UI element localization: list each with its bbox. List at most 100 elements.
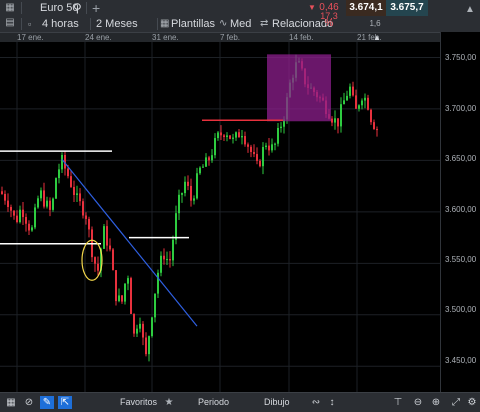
curve-tool-icon[interactable]: ∾ [309,396,323,409]
search-icon[interactable]: ⚲ [73,0,82,16]
candle-body [70,176,72,187]
plus-icon[interactable]: + [92,0,100,16]
cursor-icon[interactable]: ⇱ [58,396,72,409]
candle-body [199,167,201,174]
related-icon[interactable]: ⇄ [260,16,268,32]
chart-annotations [0,54,331,327]
candle-body [28,223,30,231]
date-label: 24 ene. [85,33,112,42]
candle-body [229,135,231,139]
candle-body [196,173,198,199]
candle-body [22,209,24,218]
zoom-out-icon[interactable]: ⊖ [411,396,425,409]
favorites-tab[interactable]: Favoritos [120,393,157,411]
toolbar-divider [21,2,22,14]
candle-body [187,181,189,186]
candle-body [34,207,36,228]
period-tab[interactable]: Periodo [198,393,229,411]
candle-body [253,152,255,155]
sell-price-button[interactable]: 3.674,1 [346,0,386,16]
candle-body [76,193,78,195]
candle-body [136,328,138,334]
templates-button[interactable]: Plantillas [171,16,215,32]
candle-body [226,135,228,138]
candle-body [340,104,342,127]
candle-body [97,263,99,271]
candle-body [52,198,54,210]
timeframe-selector[interactable]: 4 horas [42,16,79,32]
fit-icon[interactable]: ⤢ [449,396,463,409]
cursor-marker-icon[interactable]: ▲ [373,33,381,42]
candle-body [265,145,267,147]
candle-body [343,100,345,105]
zoom-in-icon[interactable]: ⊕ [429,396,443,409]
candle-body [115,270,117,302]
candle-body [82,201,84,216]
candle-body [373,122,375,130]
candle-body [37,198,39,208]
candle-body [241,136,243,138]
candle-body [367,97,369,110]
candle-body [346,95,348,101]
candle-body [175,213,177,240]
change-absolute: 17,3 [320,11,338,21]
text-tool-icon[interactable]: ⊤ [391,396,405,409]
expand-icon[interactable]: ▲ [463,2,477,18]
candle-body [280,126,282,128]
date-label: 7 feb. [220,33,241,42]
range-selector[interactable]: 2 Meses [96,16,138,32]
candle-body [46,200,48,207]
candle-body [112,249,114,271]
candle-body [4,193,6,201]
toolbar-divider [90,18,91,30]
templates-icon[interactable]: ▦ [160,16,169,32]
price-chart[interactable] [0,42,440,392]
settings-icon[interactable]: ⚙ [465,396,479,409]
date-axis: 17 ene. 24 ene. 31 ene. 7 feb. 14 feb. 2… [0,32,440,42]
price-tick-label: 3.500,00 [445,305,477,314]
candle-body [1,191,3,194]
candle-body [154,293,156,318]
measure-tool-icon[interactable]: ↕ [325,396,339,409]
grid-menu-icon[interactable]: ▦ [2,1,18,15]
candle-body [361,100,363,106]
candle-body [79,193,81,202]
date-label: 14 feb. [289,33,314,42]
grid-icon[interactable]: ▦ [4,396,18,409]
candle-body [55,178,57,199]
calendar-icon[interactable]: ▫ [28,16,36,32]
candle-body [358,105,360,109]
no-entry-icon[interactable]: ⊘ [22,396,36,409]
drawing-tab[interactable]: Dibujo [264,393,290,411]
candle-body [208,157,210,161]
candle-body [103,226,105,249]
candle-body [40,190,42,199]
candle-body [31,227,33,231]
indicator-button[interactable]: Med [230,16,251,32]
candle-body [10,206,12,211]
candle-body [271,144,273,151]
star-icon[interactable]: ★ [162,396,176,409]
toolbar-divider [86,2,87,14]
chart-type-icon[interactable]: ▤ [2,16,18,30]
candle-body [94,257,96,264]
candle-body [262,146,264,167]
candle-body [157,272,159,294]
candle-body [277,127,279,144]
candle-body [364,97,366,101]
candle-body [205,157,207,167]
toolbar-divider [21,18,22,30]
candle-body [274,143,276,145]
candle-body [193,198,195,201]
candle-body [43,190,45,207]
candle-body [163,255,165,260]
pencil-icon[interactable]: ✎ [40,396,54,409]
candle-body [235,132,237,138]
candle-body [142,323,144,338]
buy-price-button[interactable]: 3.675,7 [386,0,428,16]
indicator-icon[interactable]: ∿ [219,16,227,32]
candle-body [148,336,150,355]
candle-body [49,200,51,210]
price-tick-label: 3.700,00 [445,104,477,113]
candle-body [370,109,372,123]
